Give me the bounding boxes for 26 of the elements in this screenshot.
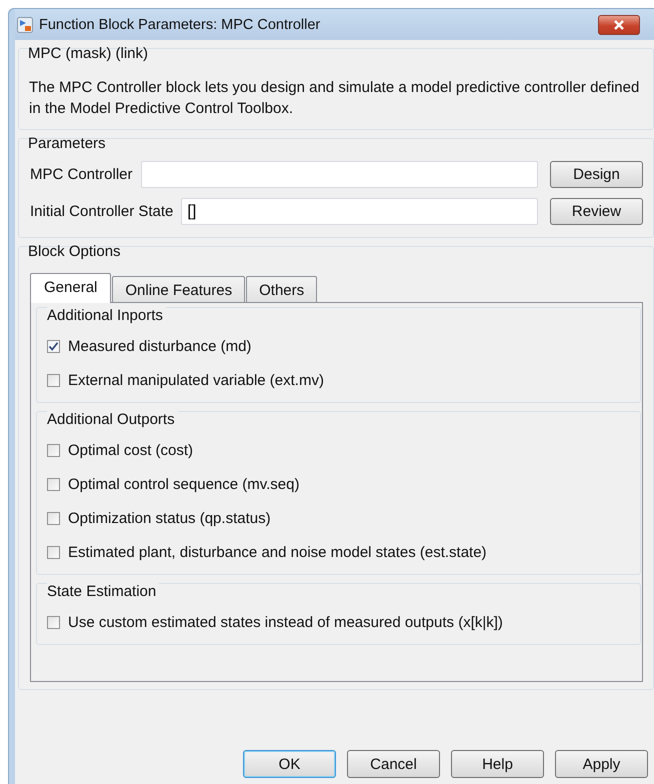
checkbox-label: Measured disturbance (md) <box>68 338 252 354</box>
section-title: Additional Inports <box>47 307 166 325</box>
checkbox-label: External manipulated variable (ext.mv) <box>68 372 324 388</box>
checkbox-label: Estimated plant, disturbance and noise model states (est.state) <box>68 544 487 560</box>
description-text: The MPC Controller block lets you design and simulate a model predictive controller defined in the Model Predictive Control Toolbox. <box>29 78 640 119</box>
dialog-button[interactable]: OK <box>243 750 336 778</box>
tab[interactable]: Online Features <box>112 276 246 302</box>
checkbox-label: Use custom estimated states instead of measured outputs (x[k|k]) <box>68 614 503 630</box>
tab[interactable]: Others <box>246 276 318 302</box>
field-label: Initial Controller State <box>30 203 174 220</box>
action-button[interactable]: Design <box>550 161 643 188</box>
group-title: Block Options <box>28 243 122 261</box>
input-field[interactable]: [] <box>181 198 538 225</box>
group-title: Parameters <box>28 135 107 153</box>
checkbox-label: Optimal control sequence (mv.seq) <box>68 476 300 492</box>
dialog-button[interactable]: Help <box>451 750 544 778</box>
checkbox-label: Optimization status (qp.status) <box>68 510 271 526</box>
window-title: Function Block Parameters: MPC Controller <box>39 16 322 32</box>
group-title: MPC (mask) (link) <box>28 45 149 63</box>
checkbox-label: Optimal cost (cost) <box>68 442 194 458</box>
dialog-button[interactable]: Cancel <box>347 750 440 778</box>
dialog-button[interactable]: Apply <box>555 750 648 778</box>
action-button[interactable]: Review <box>550 198 643 225</box>
tab[interactable]: General <box>30 273 112 303</box>
section-title: Additional Outports <box>47 411 178 429</box>
field-label: MPC Controller <box>30 166 133 183</box>
